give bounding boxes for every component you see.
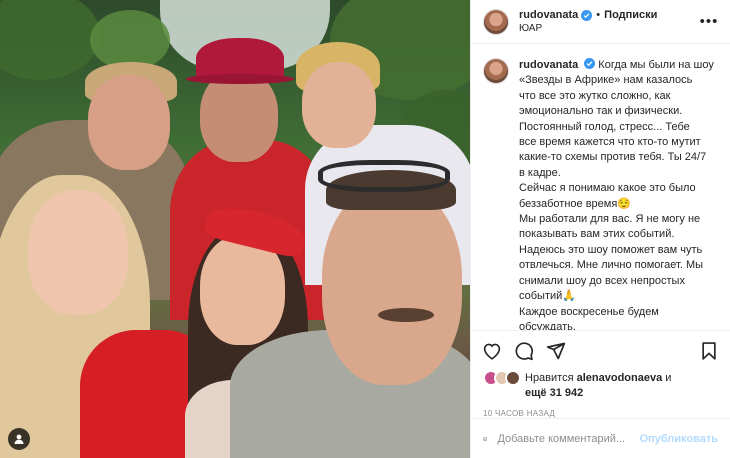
comment-icon[interactable] (513, 340, 535, 362)
post-location[interactable]: ЮАР (519, 23, 700, 34)
likes-prefix: Нравится (525, 372, 574, 384)
user-tag-icon[interactable] (8, 428, 30, 450)
liker-avatars[interactable] (483, 370, 525, 388)
emoji-icon[interactable] (483, 429, 488, 449)
caption-line: Надеюсь это шоу поможет вам чуть (519, 243, 703, 256)
caption-section: rudovanata Когда мы были на шоу «Звезды в… (471, 44, 730, 331)
caption-line: Мы работали для вас. Я не могу не (519, 213, 701, 226)
follow-button[interactable]: Подписки (604, 9, 657, 21)
verified-icon (581, 9, 593, 21)
caption-line: что все это жутко сложно, как (519, 89, 671, 102)
likes-conjunction: и (665, 372, 672, 384)
comment-bar: Опубликовать (471, 418, 730, 458)
author-avatar[interactable] (483, 8, 509, 35)
post-header: rudovanata • Подписки ЮАР ••• (471, 0, 730, 44)
verified-icon (584, 58, 596, 69)
liker-username[interactable]: alenavodonaeva (577, 372, 663, 384)
caption-line: Каждое воскресенье будем (519, 305, 659, 318)
caption-line: снимали шоу до всех непростых (519, 274, 685, 287)
caption-line: показывать вам этих событий. (519, 228, 675, 241)
header-separator: • (596, 9, 601, 21)
caption-line: обсуждать. (519, 320, 576, 331)
post-timestamp[interactable]: 10 ЧАСОВ НАЗАД (471, 401, 730, 418)
likes-summary: Нравится alenavodonaeva и ещё 31 942 (471, 370, 730, 401)
author-username[interactable]: rudovanata (519, 9, 578, 21)
caption-line: «Звезды в Африке» нам казалось (519, 74, 693, 87)
action-bar (471, 331, 730, 371)
photo-foliage (90, 10, 170, 70)
more-icon[interactable]: ••• (700, 13, 718, 31)
caption-author-avatar[interactable] (483, 58, 509, 84)
likes-text: Нравится alenavodonaeva и ещё 31 942 (525, 371, 671, 401)
caption-line: беззаботное время😌 (519, 197, 632, 210)
photo-foliage (0, 0, 100, 80)
heart-icon[interactable] (481, 340, 503, 362)
bookmark-icon[interactable] (698, 340, 720, 362)
publish-button[interactable]: Опубликовать (639, 433, 718, 445)
caption-line: какие-то схемы против тебя. Ты 24/7 (519, 151, 707, 164)
caption-line: все время кажется что кто-то мутит (519, 136, 701, 149)
post-sidebar: rudovanata • Подписки ЮАР ••• rudovanata… (470, 0, 730, 458)
caption-line: отвлечься. Мне лично помогает. Мы (519, 259, 704, 272)
likes-count[interactable]: ещё 31 942 (525, 387, 583, 399)
caption-line: в кадре. (519, 166, 561, 179)
caption-line: Сейчас я понимаю какое это было (519, 182, 696, 195)
comment-input[interactable] (497, 432, 640, 445)
post-photo[interactable] (0, 0, 470, 458)
caption-text: rudovanata Когда мы были на шоу «Звезды в… (519, 58, 714, 330)
caption-line: Когда мы были на шоу (598, 59, 714, 71)
post-modal: rudovanata • Подписки ЮАР ••• rudovanata… (0, 0, 730, 458)
caption-username[interactable]: rudovanata (519, 59, 578, 71)
caption-line: событий🙏 (519, 290, 576, 303)
share-icon[interactable] (545, 340, 567, 362)
caption-line: Постоянный голод, стресс... Тебе (519, 120, 690, 133)
author-info: rudovanata • Подписки ЮАР (519, 9, 700, 34)
caption-line: эмоционально так и физически. (519, 105, 683, 118)
